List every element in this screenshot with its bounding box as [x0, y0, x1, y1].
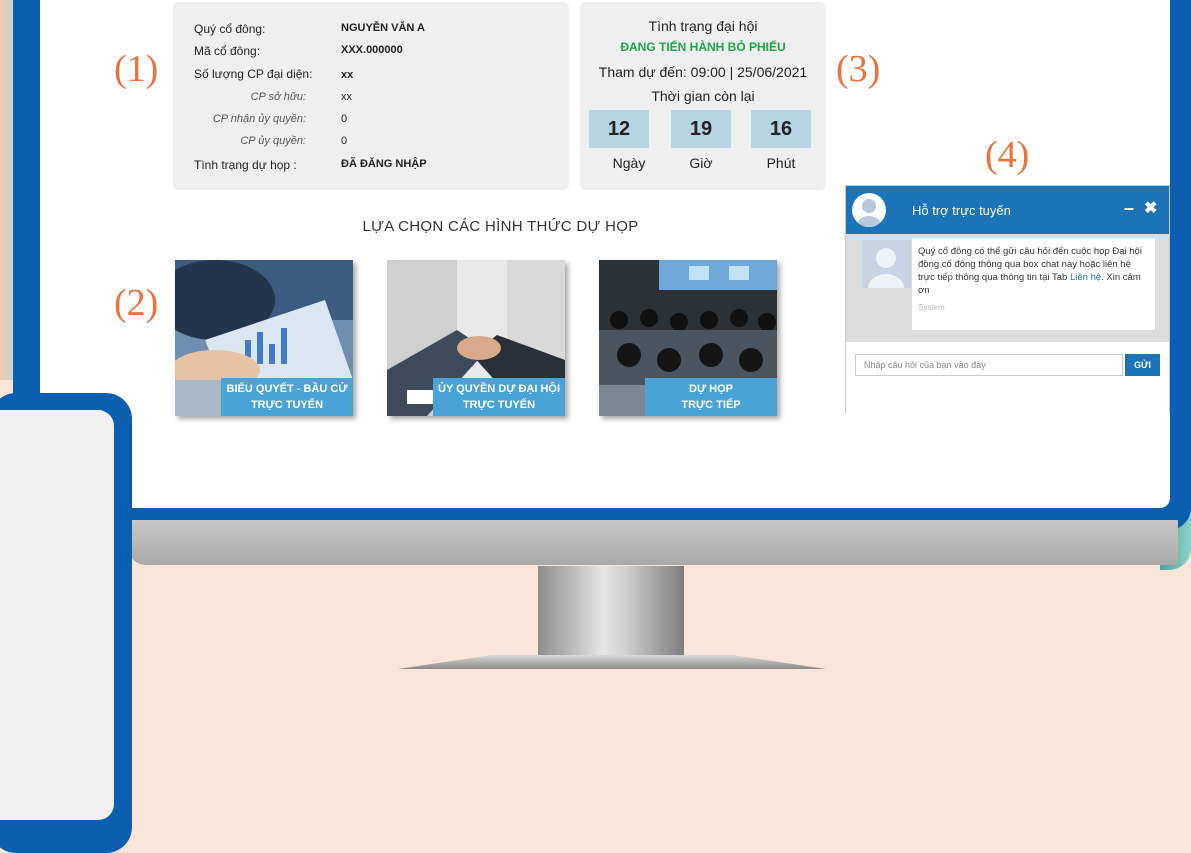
system-avatar-icon	[862, 240, 911, 288]
owned-shares-label: CP sở hữu:	[250, 91, 306, 103]
countdown-hours: 19	[671, 110, 731, 148]
meeting-status-panel: Tình trạng đại hội ĐANG TIẾN HÀNH BỎ PHI…	[580, 2, 826, 190]
remaining-time-label: Thời gian còn lại	[651, 88, 755, 104]
delegated-shares-label: CP ủy quyền:	[240, 135, 306, 147]
shareholder-code-value: XXX.000000	[341, 44, 403, 56]
marker-3: (3)	[836, 48, 881, 90]
chat-header: Hỗ trợ trực tuyến – ✖	[846, 186, 1169, 234]
marker-1: (1)	[114, 48, 159, 90]
countdown-days-label: Ngày	[612, 155, 646, 171]
shares-value: xx	[341, 69, 354, 81]
chat-message: Quý cổ đông có thể gửi câu hỏi đến cuộc …	[912, 238, 1155, 330]
marker-4: (4)	[985, 134, 1030, 176]
countdown-hours-label: Giờ	[689, 155, 713, 171]
shareholder-name-label: Quý cổ đông:	[194, 22, 266, 36]
attendance-status-label: Tình trạng dự họp :	[194, 158, 297, 172]
shareholder-code-label: Mã cổ đông:	[194, 44, 261, 58]
meeting-state: ĐANG TIẾN HÀNH BỎ PHIẾU	[620, 40, 786, 54]
attendance-time: Tham dự đến: 09:00 | 25/06/2021	[598, 64, 808, 80]
tablet-screen	[0, 410, 114, 820]
user-avatar-icon	[852, 193, 886, 227]
support-chat-widget: Hỗ trợ trực tuyến – ✖ Quý cổ đông có thể…	[845, 185, 1170, 415]
monitor-stand-foot	[398, 655, 826, 669]
monitor-stand-neck	[538, 566, 684, 658]
chat-question-input[interactable]: Nhập câu hỏi của bạn vào đây	[855, 354, 1123, 376]
countdown-minutes-label: Phút	[766, 155, 796, 171]
option-online-proxy-line2: TRỰC TUYẾN	[462, 399, 536, 411]
option-in-person-caption: DỰ HỌP TRỰC TIẾP	[645, 378, 777, 416]
chat-message-sender: System	[918, 303, 945, 312]
send-button[interactable]: GỬI	[1125, 354, 1160, 376]
chat-input-area: Nhập câu hỏi của bạn vào đây GỬI	[846, 342, 1169, 415]
shares-label: Số lượng CP đại diện:	[194, 67, 313, 81]
option-online-voting[interactable]: BIỂU QUYẾT - BẦU CỬ TRỰC TUYẾN	[175, 260, 353, 416]
owned-shares-value: xx	[341, 91, 352, 103]
shareholder-name-value: NGUYỄN VĂN A	[341, 22, 425, 34]
option-in-person[interactable]: DỰ HỌP TRỰC TIẾP	[599, 260, 777, 416]
option-in-person-line2: TRỰC TIẾP	[681, 399, 741, 411]
contact-tab-link[interactable]: Liên hệ	[1070, 272, 1101, 283]
minimize-icon[interactable]: –	[1124, 198, 1134, 219]
attendance-status-value: ĐÃ ĐĂNG NHẬP	[341, 158, 427, 170]
option-online-voting-line2: TRỰC TUYẾN	[250, 399, 324, 411]
chat-title: Hỗ trợ trực tuyến	[912, 203, 1011, 218]
monitor-chin	[128, 520, 1178, 565]
option-online-proxy[interactable]: ỦY QUYỀN DỰ ĐẠI HỘI TRỰC TUYẾN	[387, 260, 565, 416]
choose-title: LỰA CHỌN CÁC HÌNH THỨC DỰ HỌP	[362, 218, 639, 235]
marker-2: (2)	[114, 282, 159, 324]
option-online-voting-line1: BIỂU QUYẾT - BẦU CỬ	[226, 383, 348, 395]
countdown-days: 12	[589, 110, 649, 148]
meeting-status-title: Tình trạng đại hội	[648, 18, 758, 34]
received-shares-value: 0	[341, 113, 348, 125]
delegated-shares-value: 0	[341, 135, 348, 147]
shareholder-info-panel: Quý cổ đông: NGUYỄN VĂN A Mã cổ đông: XX…	[173, 2, 569, 190]
option-online-voting-caption: BIỂU QUYẾT - BẦU CỬ TRỰC TUYẾN	[221, 378, 353, 416]
countdown-minutes: 16	[751, 110, 811, 148]
option-in-person-line1: DỰ HỌP	[689, 383, 733, 395]
close-icon[interactable]: ✖	[1144, 198, 1157, 218]
option-online-proxy-caption: ỦY QUYỀN DỰ ĐẠI HỘI TRỰC TUYẾN	[433, 378, 565, 416]
option-online-proxy-line1: ỦY QUYỀN DỰ ĐẠI HỘI	[438, 383, 560, 395]
received-shares-label: CP nhận ủy quyền:	[212, 113, 306, 125]
